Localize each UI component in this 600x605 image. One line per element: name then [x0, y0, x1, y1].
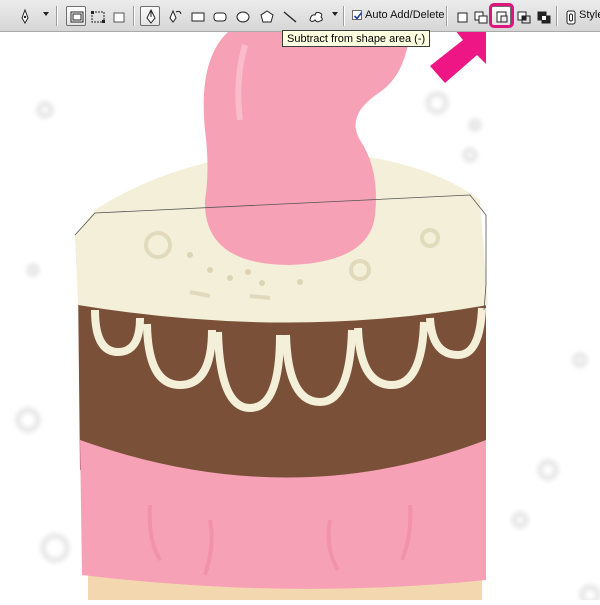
toolbar-divider — [133, 6, 134, 26]
subtract-tooltip: Subtract from shape area (-) — [282, 30, 431, 47]
cake-illustration — [15, 30, 600, 605]
create-new-shape-area-icon[interactable] — [452, 6, 472, 26]
custom-shape-dropdown-icon[interactable] — [332, 12, 338, 16]
style-label: Style — [579, 9, 600, 21]
options-bar: Auto Add/Delete Style — [0, 0, 600, 32]
toolbar-divider — [556, 6, 557, 26]
exclude-overlapping-shape-areas-icon[interactable] — [533, 6, 553, 26]
rectangle-icon[interactable] — [187, 6, 207, 26]
rounded-rectangle-icon[interactable] — [209, 6, 229, 26]
add-to-shape-area-icon[interactable] — [470, 6, 490, 26]
custom-shape-icon[interactable] — [305, 6, 325, 26]
document-canvas[interactable] — [0, 30, 600, 605]
polygon-icon[interactable] — [256, 6, 276, 26]
line-icon[interactable] — [279, 6, 299, 26]
auto-add-delete-checkbox[interactable] — [352, 10, 363, 20]
ellipse-icon[interactable] — [232, 6, 252, 26]
link-icon[interactable] — [560, 6, 580, 26]
toolbar-divider — [343, 6, 344, 26]
fill-pixels-icon[interactable] — [108, 6, 128, 26]
tool-preset-dropdown-icon[interactable] — [43, 12, 49, 16]
intersect-shape-areas-icon[interactable] — [513, 6, 533, 26]
toolbar-divider — [446, 6, 447, 26]
highlight-ring — [489, 3, 514, 28]
pen-tool-preset-icon[interactable] — [14, 6, 34, 26]
shape-layers-icon[interactable] — [66, 6, 86, 26]
paths-icon[interactable] — [87, 6, 107, 26]
freeform-pen-icon[interactable] — [163, 6, 183, 26]
pointer-arrow-icon — [430, 30, 486, 83]
auto-add-delete-label: Auto Add/Delete — [365, 9, 445, 21]
toolbar-divider — [56, 6, 57, 26]
pen-icon[interactable] — [140, 6, 160, 26]
